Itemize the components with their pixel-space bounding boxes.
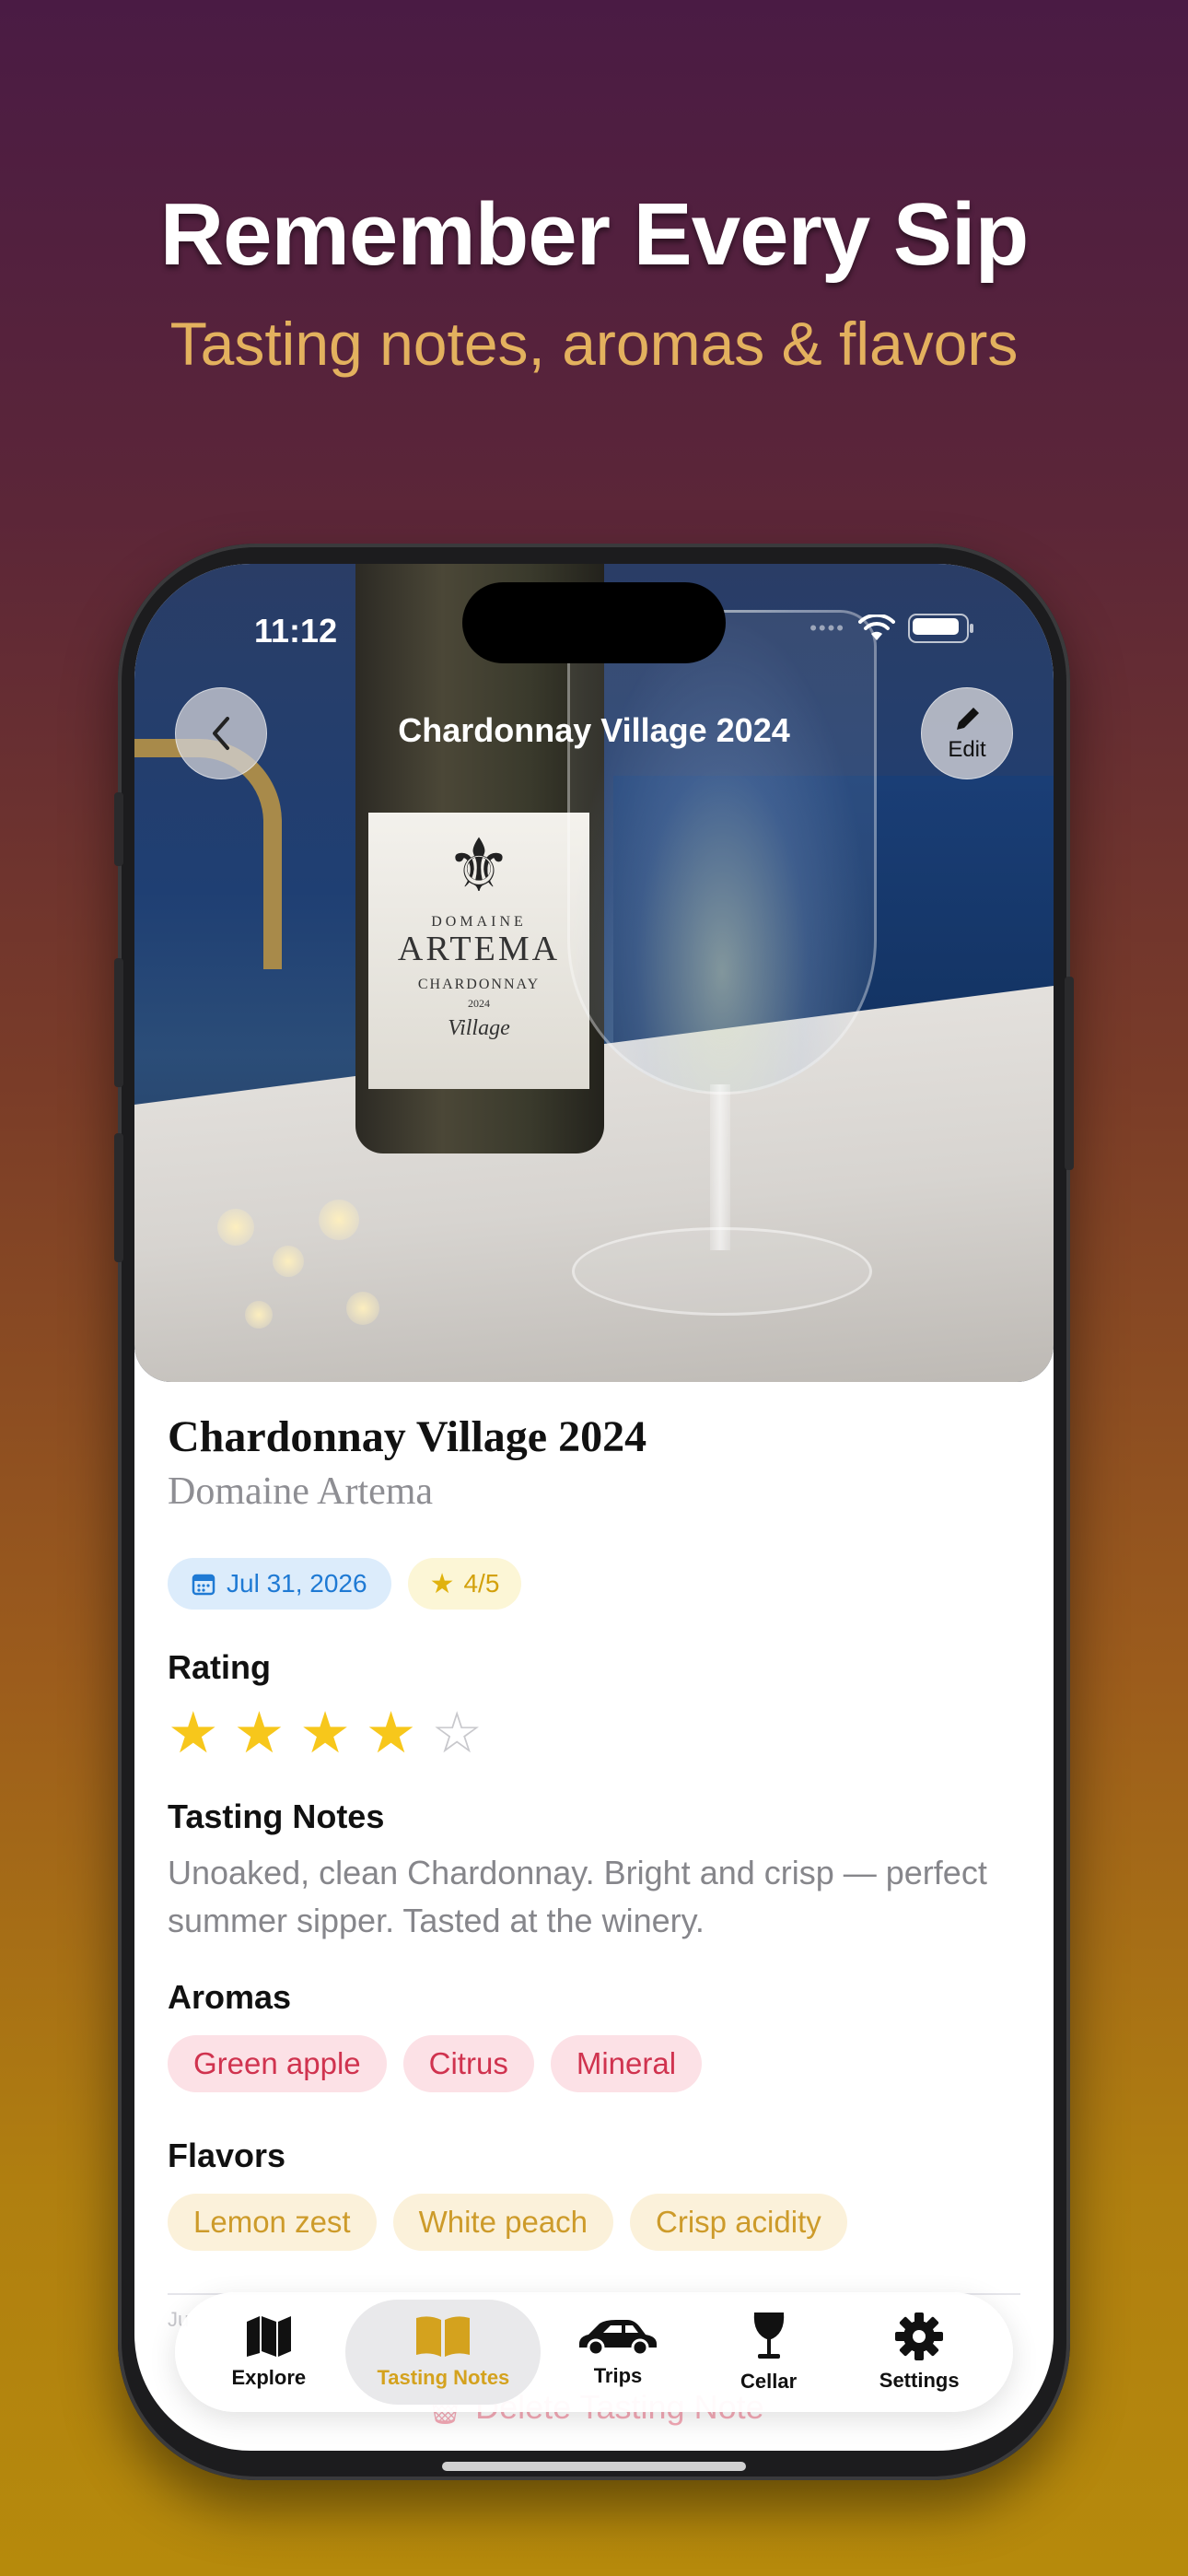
status-time: 11:12	[254, 612, 338, 650]
winery-name: Domaine Artema	[168, 1470, 434, 1513]
promo-subheadline: Tasting notes, aromas & flavors	[169, 310, 1019, 378]
tab-settings[interactable]: Settings	[845, 2300, 993, 2405]
map-icon	[246, 2316, 291, 2357]
promo-headline: Remember Every Sip	[159, 185, 1029, 284]
wine-photo: ⚜ DOMAINE ARTEMA CHARDONNAY 2024 Village	[134, 564, 1054, 1382]
car-icon	[578, 2320, 657, 2357]
wine-name: Chardonnay Village 2024	[168, 1412, 647, 1461]
status-icons: ••••	[809, 614, 973, 643]
wifi-icon	[858, 615, 895, 640]
star-icon[interactable]: ★	[299, 1705, 351, 1762]
battery-icon	[908, 614, 973, 643]
tasting-note-detail: Chardonnay Village 2024 Domaine Artema J…	[168, 1411, 1020, 2332]
aromas-heading: Aromas	[168, 1978, 292, 2016]
star-icon[interactable]: ★	[168, 1705, 219, 1762]
wine-glass	[567, 610, 877, 1095]
date-text: Jul 31, 2026	[227, 1569, 367, 1598]
star-icon[interactable]: ★	[234, 1705, 285, 1762]
home-indicator	[442, 2462, 746, 2471]
dynamic-island	[462, 582, 726, 663]
aroma-tag: Mineral	[550, 2035, 703, 2092]
date-badge: Jul 31, 2026	[168, 1558, 391, 1610]
book-icon	[416, 2316, 471, 2357]
calendar-icon	[192, 1574, 215, 1596]
rating-badge-text: 4/5	[463, 1569, 500, 1598]
edit-button[interactable]: Edit	[921, 687, 1013, 779]
star-icon[interactable]: ☆	[431, 1705, 483, 1762]
star-icon[interactable]: ★	[366, 1705, 417, 1762]
gear-icon	[895, 2313, 944, 2360]
tab-trips[interactable]: Trips	[544, 2300, 692, 2405]
flavor-tag: White peach	[392, 2194, 614, 2251]
phone-volume-down	[114, 1133, 123, 1262]
edit-label: Edit	[948, 737, 986, 762]
flavor-tag: Lemon zest	[168, 2194, 377, 2251]
star-rating[interactable]: ★ ★ ★ ★ ☆	[168, 1705, 1020, 1762]
flavors-heading: Flavors	[168, 2137, 286, 2174]
tasting-notes-heading: Tasting Notes	[168, 1797, 385, 1835]
rating-badge: ★ 4/5	[407, 1558, 522, 1610]
star-icon: ★	[429, 1568, 455, 1599]
rating-heading: Rating	[168, 1648, 271, 1686]
cellular-icon: ••••	[809, 616, 845, 639]
phone-side-button	[1065, 977, 1074, 1170]
tab-bar: Explore Tasting Notes Trips Cellar Setti…	[175, 2292, 1013, 2412]
phone-volume-up	[114, 958, 123, 1087]
nav-title: Chardonnay Village 2024	[398, 711, 790, 749]
aroma-tag: Citrus	[402, 2035, 534, 2092]
fleur-de-lis-icon: ⚜	[446, 826, 512, 907]
wine-glass-icon	[753, 2313, 784, 2359]
tab-explore[interactable]: Explore	[195, 2300, 343, 2405]
flavor-tags: Lemon zest White peach Crisp acidity	[168, 2194, 1020, 2251]
app-screen: ⚜ DOMAINE ARTEMA CHARDONNAY 2024 Village…	[134, 564, 1054, 2451]
aroma-tag: Green apple	[168, 2035, 387, 2092]
pencil-icon	[957, 708, 979, 730]
flavor-tag: Crisp acidity	[630, 2194, 847, 2251]
bottle-label: ⚜ DOMAINE ARTEMA CHARDONNAY 2024 Village	[368, 813, 589, 1089]
phone-action-button	[114, 792, 123, 866]
tab-cellar[interactable]: Cellar	[695, 2300, 843, 2405]
tab-tasting-notes[interactable]: Tasting Notes	[345, 2300, 542, 2405]
meta-chips: Jul 31, 2026 ★ 4/5	[168, 1558, 1020, 1610]
tasting-notes-text: Unoaked, clean Chardonnay. Bright and cr…	[168, 1854, 987, 1939]
aroma-tags: Green apple Citrus Mineral	[168, 2035, 1020, 2092]
